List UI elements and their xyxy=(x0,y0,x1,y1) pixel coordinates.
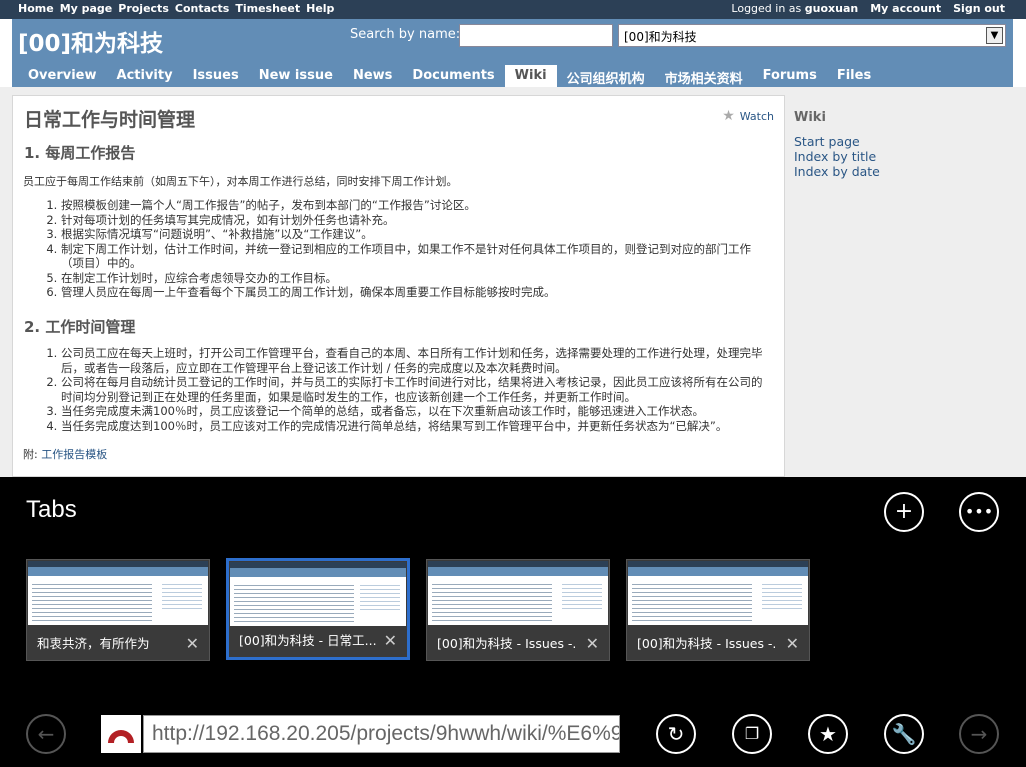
menu-projects-link[interactable]: Projects xyxy=(118,2,169,15)
tab-preview xyxy=(230,562,406,626)
tab-documents[interactable]: Documents xyxy=(402,65,504,87)
tab-title: [00]和为科技 - Issues -... xyxy=(437,636,577,651)
tab-preview xyxy=(628,561,808,625)
section-intro: 员工应于每周工作结束前（如周五下午），对本周工作进行总结，同时安排下周工作计划。 xyxy=(23,175,458,188)
tab-news[interactable]: News xyxy=(343,65,402,87)
back-button[interactable]: ← xyxy=(26,714,66,754)
top-menu: Home My page Projects Contacts Timesheet… xyxy=(0,0,1026,19)
sign-out-link[interactable]: Sign out xyxy=(953,2,1005,15)
tab-files[interactable]: Files xyxy=(827,65,881,87)
list-item: 在制定工作计划时，应综合考虑领导交办的工作目标。 xyxy=(61,271,773,286)
chevron-down-icon[interactable]: ▼ xyxy=(986,27,1003,44)
search-label: Search by name: xyxy=(350,27,461,42)
sidebar: Wiki Start page Index by title Index by … xyxy=(794,110,880,179)
search-input[interactable] xyxy=(459,24,613,47)
more-icon: ••• xyxy=(964,502,994,521)
logged-in-status: Logged in as guoxuan xyxy=(731,2,858,15)
watch-label: Watch xyxy=(739,109,774,123)
tab-wiki[interactable]: Wiki xyxy=(504,65,557,87)
tabs-icon: ❐ xyxy=(744,724,760,743)
list-item: 根据实际情况填写“问题说明”、“补救措施”以及“工作建议”。 xyxy=(61,227,773,242)
address-bar: ← http://192.168.20.205/projects/9hwwh/w… xyxy=(0,706,1026,767)
time-management-list: 公司员工应在每天上班时，打开公司工作管理平台，查看自己的本周、本日所有工作计划和… xyxy=(61,346,773,433)
sidebar-index-by-title-link[interactable]: Index by title xyxy=(794,149,880,164)
menu-help-link[interactable]: Help xyxy=(306,2,334,15)
site-favicon xyxy=(101,715,141,753)
main-menu: Overview Activity Issues New issue News … xyxy=(12,65,1013,87)
attachment-prefix: 附: xyxy=(23,448,38,461)
tab-issues[interactable]: Issues xyxy=(183,65,249,87)
project-jump-value: [00]和为科技 xyxy=(624,30,697,44)
tab-thumbnail[interactable]: 和衷共济，有所作为 ✕ xyxy=(26,559,210,661)
tab-preview xyxy=(428,561,608,625)
tab-thumbnail-active[interactable]: [00]和为科技 - 日常工... ✕ xyxy=(226,558,410,660)
tab-title: 和衷共济，有所作为 xyxy=(37,636,150,651)
refresh-icon: ↻ xyxy=(667,722,685,746)
arrow-right-icon: → xyxy=(970,722,988,746)
list-item: 当任务完成度未满100％时，员工应该登记一个简单的总结，或者备忘，以在下次重新启… xyxy=(61,404,773,419)
tab-forums[interactable]: Forums xyxy=(753,65,827,87)
star-icon: ★ xyxy=(722,108,735,124)
tabs-heading: Tabs xyxy=(26,496,77,523)
tab-preview xyxy=(28,561,208,625)
wiki-content: 日常工作与时间管理 ★ Watch 1. 每周工作报告 员工应于每周工作结束前（… xyxy=(12,95,785,477)
redmine-icon xyxy=(108,730,134,743)
list-item: 公司员工应在每天上班时，打开公司工作管理平台，查看自己的本周、本日所有工作计划和… xyxy=(61,346,773,375)
tab-organization[interactable]: 公司组织机构 xyxy=(557,65,655,87)
list-item: 制定下周工作计划，估计工作时间，并统一登记到相应的工作项目中，如果工作不是针对任… xyxy=(61,242,773,271)
tab-title: [00]和为科技 - 日常工... xyxy=(239,633,377,648)
pin-tab-button[interactable]: ❐ xyxy=(732,714,772,754)
plus-icon: + xyxy=(894,499,914,524)
tab-thumbnail[interactable]: [00]和为科技 - Issues -... ✕ xyxy=(626,559,810,661)
project-title: [00]和为科技 xyxy=(18,31,164,57)
sidebar-index-by-date-link[interactable]: Index by date xyxy=(794,164,880,179)
tab-activity[interactable]: Activity xyxy=(107,65,183,87)
new-tab-button[interactable]: + xyxy=(884,492,924,532)
username[interactable]: guoxuan xyxy=(805,2,858,15)
close-icon[interactable]: ✕ xyxy=(384,631,397,650)
sidebar-start-page-link[interactable]: Start page xyxy=(794,134,880,149)
url-input[interactable]: http://192.168.20.205/projects/9hwwh/wik… xyxy=(143,715,620,753)
project-header: [00]和为科技 Search by name: [00]和为科技 ▼ xyxy=(12,19,1013,65)
menu-contacts-link[interactable]: Contacts xyxy=(175,2,229,15)
forward-button[interactable]: → xyxy=(959,714,999,754)
tab-market-materials[interactable]: 市场相关资料 xyxy=(655,65,753,87)
menu-timesheet-link[interactable]: Timesheet xyxy=(235,2,300,15)
weekly-report-list: 按照模板创建一篇个人“周工作报告”的帖子，发布到本部门的“工作报告”讨论区。 针… xyxy=(61,198,773,300)
page-title: 日常工作与时间管理 xyxy=(24,109,196,131)
tab-options-button[interactable]: ••• xyxy=(959,492,999,532)
wrench-icon: 🔧 xyxy=(891,722,917,746)
star-icon: ★ xyxy=(819,722,837,746)
arrow-left-icon: ← xyxy=(37,722,55,746)
report-template-link[interactable]: 工作报告模板 xyxy=(41,448,107,461)
tab-thumbnail[interactable]: [00]和为科技 - Issues -... ✕ xyxy=(426,559,610,661)
favorites-button[interactable]: ★ xyxy=(808,714,848,754)
close-icon[interactable]: ✕ xyxy=(586,634,599,653)
close-icon[interactable]: ✕ xyxy=(186,634,199,653)
tab-title: [00]和为科技 - Issues -... xyxy=(637,636,777,651)
logged-in-label: Logged in as xyxy=(731,2,802,15)
list-item: 针对每项计划的任务填写其完成情况，如有计划外任务也请补充。 xyxy=(61,213,773,228)
section-heading-weekly-report: 1. 每周工作报告 xyxy=(24,144,136,162)
list-item: 管理人员应在每周一上午查看每个下属员工的周工作计划，确保本周重要工作目标能够按时… xyxy=(61,285,773,300)
list-item: 当任务完成度达到100％时，员工应该对工作的完成情况进行简单总结，将结果写到工作… xyxy=(61,419,773,434)
section-heading-time-management: 2. 工作时间管理 xyxy=(24,318,136,336)
close-icon[interactable]: ✕ xyxy=(786,634,799,653)
refresh-button[interactable]: ↻ xyxy=(656,714,696,754)
page-tools-button[interactable]: 🔧 xyxy=(884,714,924,754)
watch-button[interactable]: ★ Watch xyxy=(722,108,774,124)
tab-new-issue[interactable]: New issue xyxy=(249,65,343,87)
project-jump-select[interactable]: [00]和为科技 ▼ xyxy=(618,24,1006,47)
list-item: 公司将在每月自动统计员工登记的工作时间，并与员工的实际打卡工作时间进行对比，结果… xyxy=(61,375,773,404)
menu-my-page-link[interactable]: My page xyxy=(60,2,113,15)
attachment-line: 附: 工作报告模板 xyxy=(23,446,107,462)
list-item: 按照模板创建一篇个人“周工作报告”的帖子，发布到本部门的“工作报告”讨论区。 xyxy=(61,198,773,213)
menu-home-link[interactable]: Home xyxy=(18,2,54,15)
tab-overview[interactable]: Overview xyxy=(18,65,107,87)
my-account-link[interactable]: My account xyxy=(870,2,941,15)
sidebar-heading: Wiki xyxy=(794,110,826,125)
